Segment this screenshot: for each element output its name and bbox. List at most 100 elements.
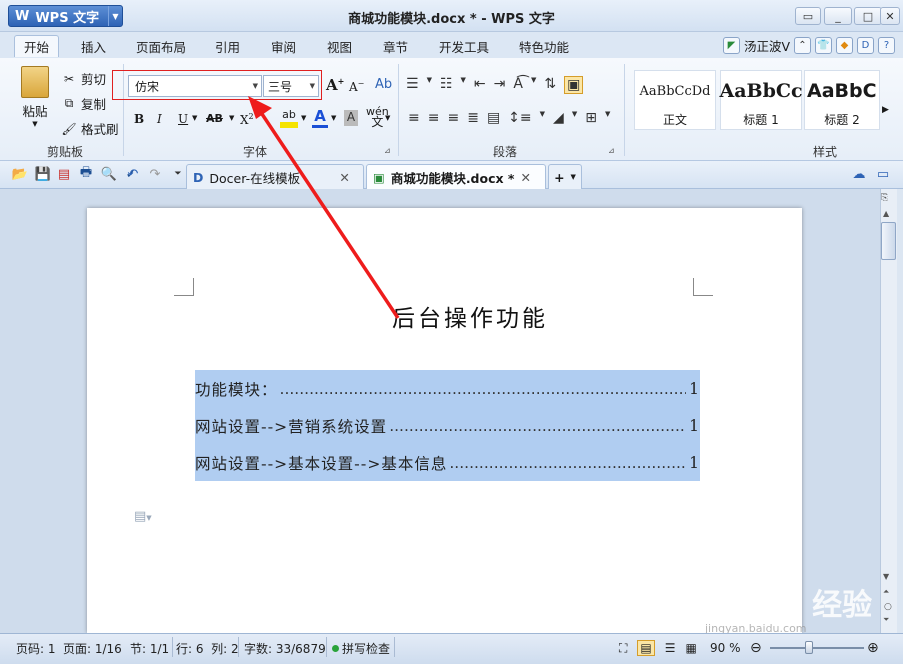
- toc-entry[interactable]: 网站设置-->营销系统设置...........................…: [195, 411, 700, 441]
- scrollbar-thumb[interactable]: [881, 222, 896, 260]
- highlight-color-button[interactable]: ab: [280, 108, 298, 128]
- decrease-indent-icon[interactable]: ⇤: [474, 76, 486, 94]
- cloud-icon[interactable]: ☁: [851, 166, 867, 182]
- show-marks-icon[interactable]: ▣: [564, 76, 584, 94]
- collapse-ribbon-icon[interactable]: ⌃: [794, 37, 811, 54]
- chevron-down-icon[interactable]: ▼: [385, 114, 390, 122]
- borders-icon[interactable]: ⊞: [585, 110, 597, 126]
- clear-format-icon[interactable]: Ab: [375, 77, 392, 92]
- prev-page-icon[interactable]: ⏶: [883, 587, 889, 597]
- zoom-out-icon[interactable]: ⊖: [750, 639, 762, 657]
- help-icon[interactable]: ?: [878, 37, 895, 54]
- chevron-down-icon[interactable]: ▼: [461, 76, 466, 94]
- page-view-icon[interactable]: ▤: [637, 640, 655, 656]
- sort-icon[interactable]: ⇅: [544, 76, 556, 94]
- doc-tab-docer[interactable]: D Docer-在线模板 ✕: [186, 164, 364, 189]
- paste-button[interactable]: 粘贴 ▼: [18, 66, 52, 128]
- doc-tab-active[interactable]: ▣ 商城功能模块.docx * ✕: [366, 164, 546, 189]
- toc-entry[interactable]: 网站设置-->基本设置-->基本信息......................…: [195, 448, 700, 478]
- undo-icon[interactable]: ↶: [125, 166, 141, 182]
- status-page-number[interactable]: 页码: 1: [16, 639, 56, 657]
- status-section[interactable]: 节: 1/1: [130, 639, 169, 657]
- chevron-down-icon[interactable]: ▼: [540, 110, 545, 126]
- char-shading-icon[interactable]: A: [344, 110, 358, 126]
- print-icon[interactable]: 🖶: [78, 165, 94, 182]
- window-switch-icon[interactable]: ▭: [875, 166, 891, 182]
- ruler-toggle-icon[interactable]: ⎘: [881, 193, 888, 203]
- bold-button[interactable]: B: [134, 112, 144, 126]
- paste-options-icon[interactable]: ▤▼: [134, 509, 152, 524]
- zoom-in-icon[interactable]: ⊕: [867, 639, 879, 657]
- spellcheck-toggle[interactable]: 拼写检查: [332, 639, 390, 657]
- chevron-down-icon[interactable]: ▼: [229, 114, 234, 122]
- copy-button[interactable]: ⧉ 复制: [60, 94, 106, 113]
- chevron-down-icon[interactable]: ▼: [531, 76, 536, 94]
- toc-entry[interactable]: 功能模块：...................................…: [195, 374, 700, 404]
- close-button[interactable]: ✕: [880, 7, 900, 25]
- tab-page-layout[interactable]: 页面布局: [127, 35, 195, 57]
- numbered-list-icon[interactable]: ☷: [440, 76, 453, 94]
- export-pdf-icon[interactable]: ▤: [56, 166, 72, 182]
- align-right-icon[interactable]: ≡: [447, 110, 459, 126]
- chevron-down-icon[interactable]: ▼: [192, 114, 197, 122]
- tab-special[interactable]: 特色功能: [510, 35, 578, 57]
- chevron-down-icon[interactable]: ▼: [605, 110, 610, 126]
- zoom-level[interactable]: 90 %: [710, 639, 741, 657]
- tab-review[interactable]: 审阅: [262, 35, 305, 57]
- styles-scroll-icon[interactable]: ▶: [882, 105, 889, 115]
- tab-view[interactable]: 视图: [318, 35, 361, 57]
- italic-button[interactable]: I: [157, 112, 162, 126]
- save-icon[interactable]: 💾: [35, 166, 51, 182]
- scroll-up-icon[interactable]: ▲: [883, 209, 889, 218]
- dialog-launcher-icon[interactable]: ⊿: [384, 146, 391, 155]
- open-icon[interactable]: 📂: [12, 166, 28, 182]
- cut-button[interactable]: ✂ 剪切: [60, 69, 106, 88]
- full-screen-view-icon[interactable]: ⛶: [619, 641, 627, 656]
- style-normal[interactable]: AaBbCcDd 正文: [634, 70, 716, 130]
- status-word-count[interactable]: 字数: 33/6879: [244, 639, 326, 657]
- justify-icon[interactable]: ≣: [467, 110, 479, 126]
- close-icon[interactable]: ✕: [520, 170, 530, 185]
- increase-indent-icon[interactable]: ⇥: [494, 76, 506, 94]
- status-row-col[interactable]: 行: 6 列: 2: [176, 639, 239, 657]
- scroll-down-icon[interactable]: ▼: [883, 572, 889, 581]
- zoom-slider[interactable]: [770, 647, 864, 649]
- line-spacing-icon[interactable]: ↕≡: [508, 110, 531, 126]
- table-of-contents[interactable]: 功能模块：...................................…: [195, 370, 700, 481]
- shrink-font-button[interactable]: A−: [349, 79, 364, 94]
- tab-home[interactable]: 开始: [14, 35, 60, 57]
- superscript-button[interactable]: X2: [240, 112, 254, 127]
- style-heading-2[interactable]: AaBbC 标题 2: [804, 70, 880, 130]
- outline-view-icon[interactable]: ☰: [665, 641, 676, 655]
- grow-font-button[interactable]: A+: [326, 76, 344, 94]
- text-direction-icon[interactable]: A͡: [513, 76, 523, 94]
- distributed-icon[interactable]: ▤: [487, 110, 500, 126]
- chevron-down-icon[interactable]: ▼: [427, 76, 432, 94]
- status-page[interactable]: 页面: 1/16: [63, 639, 122, 657]
- tab-developer[interactable]: 开发工具: [430, 35, 498, 57]
- user-icon[interactable]: ◤: [722, 37, 740, 54]
- font-color-button[interactable]: A: [312, 108, 328, 128]
- underline-button[interactable]: U: [178, 112, 188, 126]
- chevron-down-icon[interactable]: ▼: [331, 114, 336, 122]
- browse-object-icon[interactable]: ○: [884, 602, 892, 612]
- chevron-down-icon[interactable]: ▼: [572, 110, 577, 126]
- tab-references[interactable]: 引用: [206, 35, 249, 57]
- user-name[interactable]: 汤正波V: [744, 36, 790, 55]
- skin-icon[interactable]: 👕: [815, 37, 832, 54]
- redo-icon[interactable]: ↷: [147, 166, 163, 182]
- bullet-list-icon[interactable]: ☰: [406, 76, 419, 94]
- zoom-slider-thumb[interactable]: [805, 641, 813, 654]
- minimize-button[interactable]: _: [824, 7, 852, 25]
- align-center-icon[interactable]: ≡: [428, 110, 440, 126]
- close-icon[interactable]: ✕: [339, 170, 349, 185]
- tab-insert[interactable]: 插入: [72, 35, 115, 57]
- print-preview-icon[interactable]: 🔍: [101, 166, 117, 182]
- new-tab-button[interactable]: + ▼: [548, 164, 582, 189]
- strikethrough-button[interactable]: AB: [206, 112, 223, 125]
- paragraph-shading-icon[interactable]: ◢: [553, 110, 564, 126]
- chevron-down-icon[interactable]: ▼: [301, 114, 306, 122]
- document-heading[interactable]: 后台操作功能: [392, 299, 548, 333]
- restore-ribbon-button[interactable]: ▭: [795, 7, 821, 25]
- tab-section[interactable]: 章节: [374, 35, 417, 57]
